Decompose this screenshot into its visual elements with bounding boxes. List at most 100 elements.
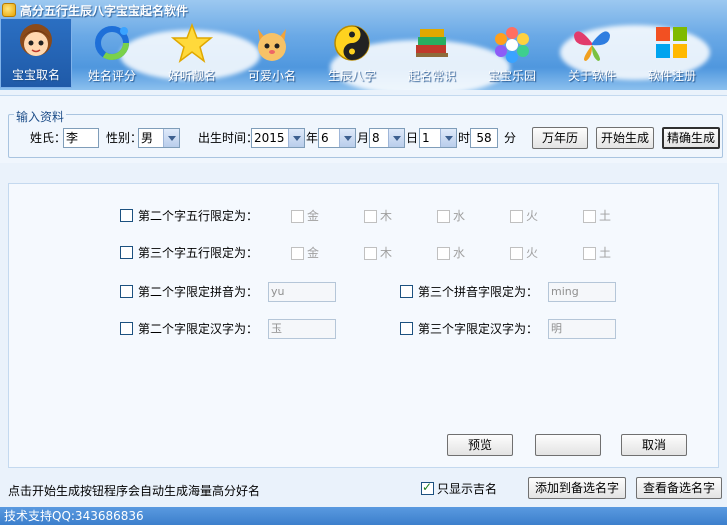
toolbar-label: 可爱小名 <box>247 69 296 83</box>
surname-label: 姓氏： <box>30 131 67 145</box>
third-hanzi-label: 第三个字限定汉字为： <box>418 322 539 336</box>
input-group-title: 输入资料 <box>14 108 67 125</box>
chevron-down-icon[interactable] <box>388 129 404 147</box>
second-hanzi-checkbox[interactable] <box>120 322 133 335</box>
second-tu-label: 土 <box>599 209 612 223</box>
toolbar-label: 姓名评分 <box>87 69 136 83</box>
toolbar-good-names[interactable]: 好听靓名 <box>152 18 232 88</box>
toolbar-label: 关于软件 <box>567 69 616 83</box>
chevron-down-icon[interactable] <box>288 129 304 147</box>
third-tu-checkbox[interactable] <box>583 247 596 260</box>
birth-time-label: 出生时间： <box>198 131 259 145</box>
view-candidates-button[interactable]: 查看备选名字 <box>636 477 722 499</box>
windows-logo-icon <box>656 27 687 58</box>
second-hanzi-input[interactable]: 玉 <box>268 319 336 339</box>
window-title: 高分五行生辰八字宝宝起名软件 <box>20 3 189 18</box>
preview-button[interactable]: 预览 <box>447 434 513 456</box>
hexagon-cluster-icon <box>495 27 529 63</box>
third-pinyin-label: 第三个拼音字限定为： <box>418 285 539 299</box>
second-mu-checkbox[interactable] <box>364 210 377 223</box>
hour-unit: 时 <box>458 131 471 145</box>
minute-unit: 分 <box>504 131 517 145</box>
hint-text: 点击开始生成按钮程序会自动生成海量高分好名 <box>8 484 261 498</box>
third-mu-checkbox[interactable] <box>364 247 377 260</box>
toolbar-name-score[interactable]: 姓名评分 <box>72 18 152 88</box>
second-shui-checkbox[interactable] <box>437 210 450 223</box>
toolbar-label: 起名常识 <box>407 69 456 83</box>
second-hanzi-label: 第二个字限定汉字为： <box>138 322 259 336</box>
toolbar-cute-nicknames[interactable]: 可爱小名 <box>232 18 312 88</box>
second-pinyin-input[interactable]: yu <box>268 282 336 302</box>
second-wuxing-checkbox[interactable] <box>120 209 133 222</box>
star-icon <box>170 22 214 63</box>
hour-select[interactable]: 1 <box>419 128 457 148</box>
chevron-down-icon[interactable] <box>339 129 355 147</box>
second-shui-label: 水 <box>453 209 466 223</box>
second-jin-label: 金 <box>307 209 320 223</box>
support-qq-text: 技术支持QQ:343686836 <box>4 509 144 523</box>
third-pinyin-checkbox[interactable] <box>400 285 413 298</box>
action-button-2[interactable] <box>535 434 601 456</box>
toolbar-label: 软件注册 <box>647 69 696 83</box>
gender-select[interactable]: 男 <box>138 128 180 148</box>
toolbar-baby-park[interactable]: 宝宝乐园 <box>472 18 552 88</box>
cancel-button[interactable]: 取消 <box>621 434 687 456</box>
butterfly-icon <box>574 31 610 61</box>
start-generate-button[interactable]: 开始生成 <box>596 127 654 149</box>
day-select[interactable]: 8 <box>369 128 405 148</box>
ring-score-icon <box>95 26 129 60</box>
hour-value: 1 <box>422 131 430 145</box>
minute-input[interactable]: 58 <box>470 128 498 148</box>
third-pinyin-input[interactable]: ming <box>548 282 616 302</box>
toolbar-register[interactable]: 软件注册 <box>632 18 712 88</box>
second-wuxing-label: 第二个字五行限定为： <box>138 209 259 223</box>
kitten-icon <box>258 29 286 61</box>
day-unit: 日 <box>406 131 419 145</box>
second-pinyin-label: 第二个字限定拼音为： <box>138 285 259 299</box>
second-pinyin-checkbox[interactable] <box>120 285 133 298</box>
toolbar-baby-naming[interactable]: 宝宝取名 <box>0 18 72 88</box>
toolbar-label: 好听靓名 <box>167 69 216 83</box>
third-huo-checkbox[interactable] <box>510 247 523 260</box>
third-mu-label: 木 <box>380 246 393 260</box>
toolbar-label: 生辰八字 <box>327 69 376 83</box>
title-bar: 高分五行生辰八字宝宝起名软件 <box>0 0 727 20</box>
third-shui-label: 水 <box>453 246 466 260</box>
second-mu-label: 木 <box>380 209 393 223</box>
third-jin-checkbox[interactable] <box>291 247 304 260</box>
main-toolbar: 宝宝取名 姓名评分 好听靓名 可爱小名 生辰八字 起名常识 宝宝乐园 关于软件 … <box>0 18 727 88</box>
year-value: 2015 <box>254 131 285 145</box>
status-bar: 技术支持QQ:343686836 <box>0 507 727 525</box>
show-good-names-checkbox[interactable] <box>421 480 434 495</box>
third-wuxing-label: 第三个字五行限定为： <box>138 246 259 260</box>
chevron-down-icon[interactable] <box>440 129 456 147</box>
year-unit: 年 <box>306 131 319 145</box>
chevron-down-icon[interactable] <box>163 129 179 147</box>
baby-face-icon <box>20 24 52 56</box>
add-candidate-button[interactable]: 添加到备选名字 <box>528 477 626 499</box>
gender-label: 性别： <box>106 131 143 145</box>
month-select[interactable]: 6 <box>318 128 356 148</box>
third-wuxing-checkbox[interactable] <box>120 246 133 259</box>
second-huo-checkbox[interactable] <box>510 210 523 223</box>
precise-generate-button[interactable]: 精确生成 <box>662 127 720 149</box>
toolbar-naming-knowledge[interactable]: 起名常识 <box>392 18 472 88</box>
third-shui-checkbox[interactable] <box>437 247 450 260</box>
third-huo-label: 火 <box>526 246 539 260</box>
surname-input[interactable]: 李 <box>63 128 99 148</box>
third-hanzi-checkbox[interactable] <box>400 322 413 335</box>
yin-yang-icon <box>334 25 370 61</box>
third-hanzi-input[interactable]: 明 <box>548 319 616 339</box>
second-tu-checkbox[interactable] <box>583 210 596 223</box>
gender-value: 男 <box>141 131 154 145</box>
app-icon <box>2 3 16 17</box>
second-jin-checkbox[interactable] <box>291 210 304 223</box>
header-banner: 高分五行生辰八字宝宝起名软件 宝宝取名 姓名评分 好听靓名 可爱小名 生辰八字 … <box>0 0 727 90</box>
toolbar-about[interactable]: 关于软件 <box>552 18 632 88</box>
toolbar-birth-bazi[interactable]: 生辰八字 <box>312 18 392 88</box>
toolbar-label: 宝宝乐园 <box>487 69 536 83</box>
month-unit: 月 <box>357 131 370 145</box>
year-select[interactable]: 2015 <box>251 128 305 148</box>
toolbar-label: 宝宝取名 <box>11 68 60 82</box>
calendar-button[interactable]: 万年历 <box>532 127 588 149</box>
